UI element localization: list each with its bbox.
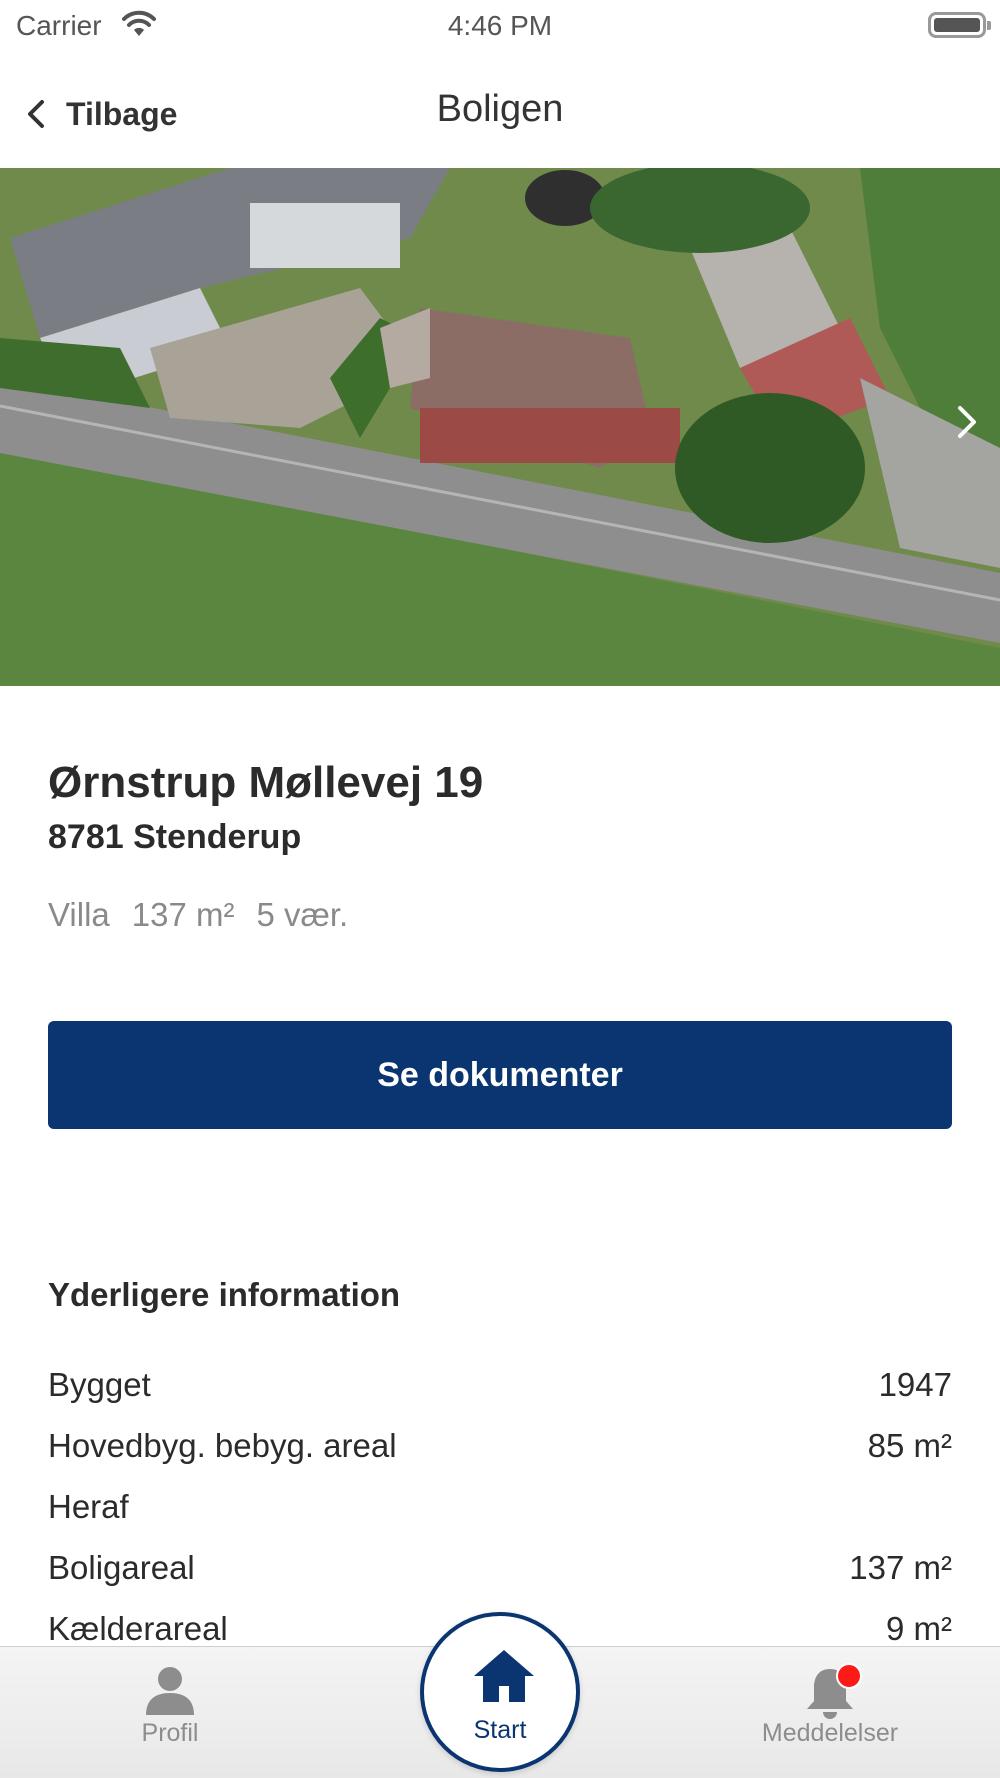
- battery-icon: [928, 12, 991, 38]
- info-heading: Yderligere information: [48, 1276, 401, 1313]
- info-label: Hovedbyg. bebyg. areal: [48, 1426, 397, 1464]
- person-icon: [146, 1667, 194, 1715]
- chevron-right-icon[interactable]: [952, 400, 982, 444]
- see-documents-button[interactable]: Se dokumenter: [48, 1021, 952, 1129]
- address-street: Ørnstrup Møllevej 19: [48, 758, 484, 807]
- info-row-hovedbyg: Hovedbyg. bebyg. areal 85 m²: [48, 1415, 952, 1476]
- status-bar: Carrier 4:46 PM: [0, 0, 1000, 50]
- property-image-carousel[interactable]: [0, 168, 1000, 686]
- page-title: Boligen: [436, 88, 564, 130]
- home-icon: [474, 1650, 534, 1702]
- info-value: 1947: [878, 1365, 952, 1403]
- property-specs: Villa 137 m² 5 vær.: [48, 896, 348, 934]
- property-rooms: 5 vær.: [256, 896, 349, 933]
- tab-meddelelser-label: Meddelelser: [761, 1719, 899, 1747]
- info-row-bygget: Bygget 1947: [48, 1354, 952, 1415]
- tab-profil[interactable]: Profil: [90, 1647, 250, 1778]
- info-value: 85 m²: [867, 1426, 952, 1464]
- info-label: Kælderareal: [48, 1609, 228, 1647]
- property-type: Villa: [48, 896, 110, 933]
- tab-start-label: Start: [473, 1716, 527, 1744]
- tab-meddelelser[interactable]: Meddelelser: [730, 1647, 930, 1778]
- tab-profil-label: Profil: [141, 1719, 199, 1747]
- notification-badge: [836, 1663, 862, 1689]
- tab-start[interactable]: Start: [420, 1612, 580, 1772]
- info-value: 9 m²: [886, 1609, 952, 1647]
- info-value: 137 m²: [849, 1548, 952, 1586]
- navigation-bar: Tilbage Boligen: [0, 60, 1000, 168]
- info-label: Boligareal: [48, 1548, 195, 1586]
- address-city: 8781 Stenderup: [48, 818, 302, 856]
- property-area: 137 m²: [131, 896, 235, 933]
- info-row-boligareal: Boligareal 137 m²: [48, 1537, 952, 1598]
- aerial-house-photo: [0, 168, 1000, 686]
- info-label: Bygget: [48, 1365, 151, 1403]
- info-row-heraf: Heraf: [48, 1476, 952, 1537]
- clock: 4:46 PM: [447, 10, 553, 41]
- info-label: Heraf: [48, 1487, 129, 1525]
